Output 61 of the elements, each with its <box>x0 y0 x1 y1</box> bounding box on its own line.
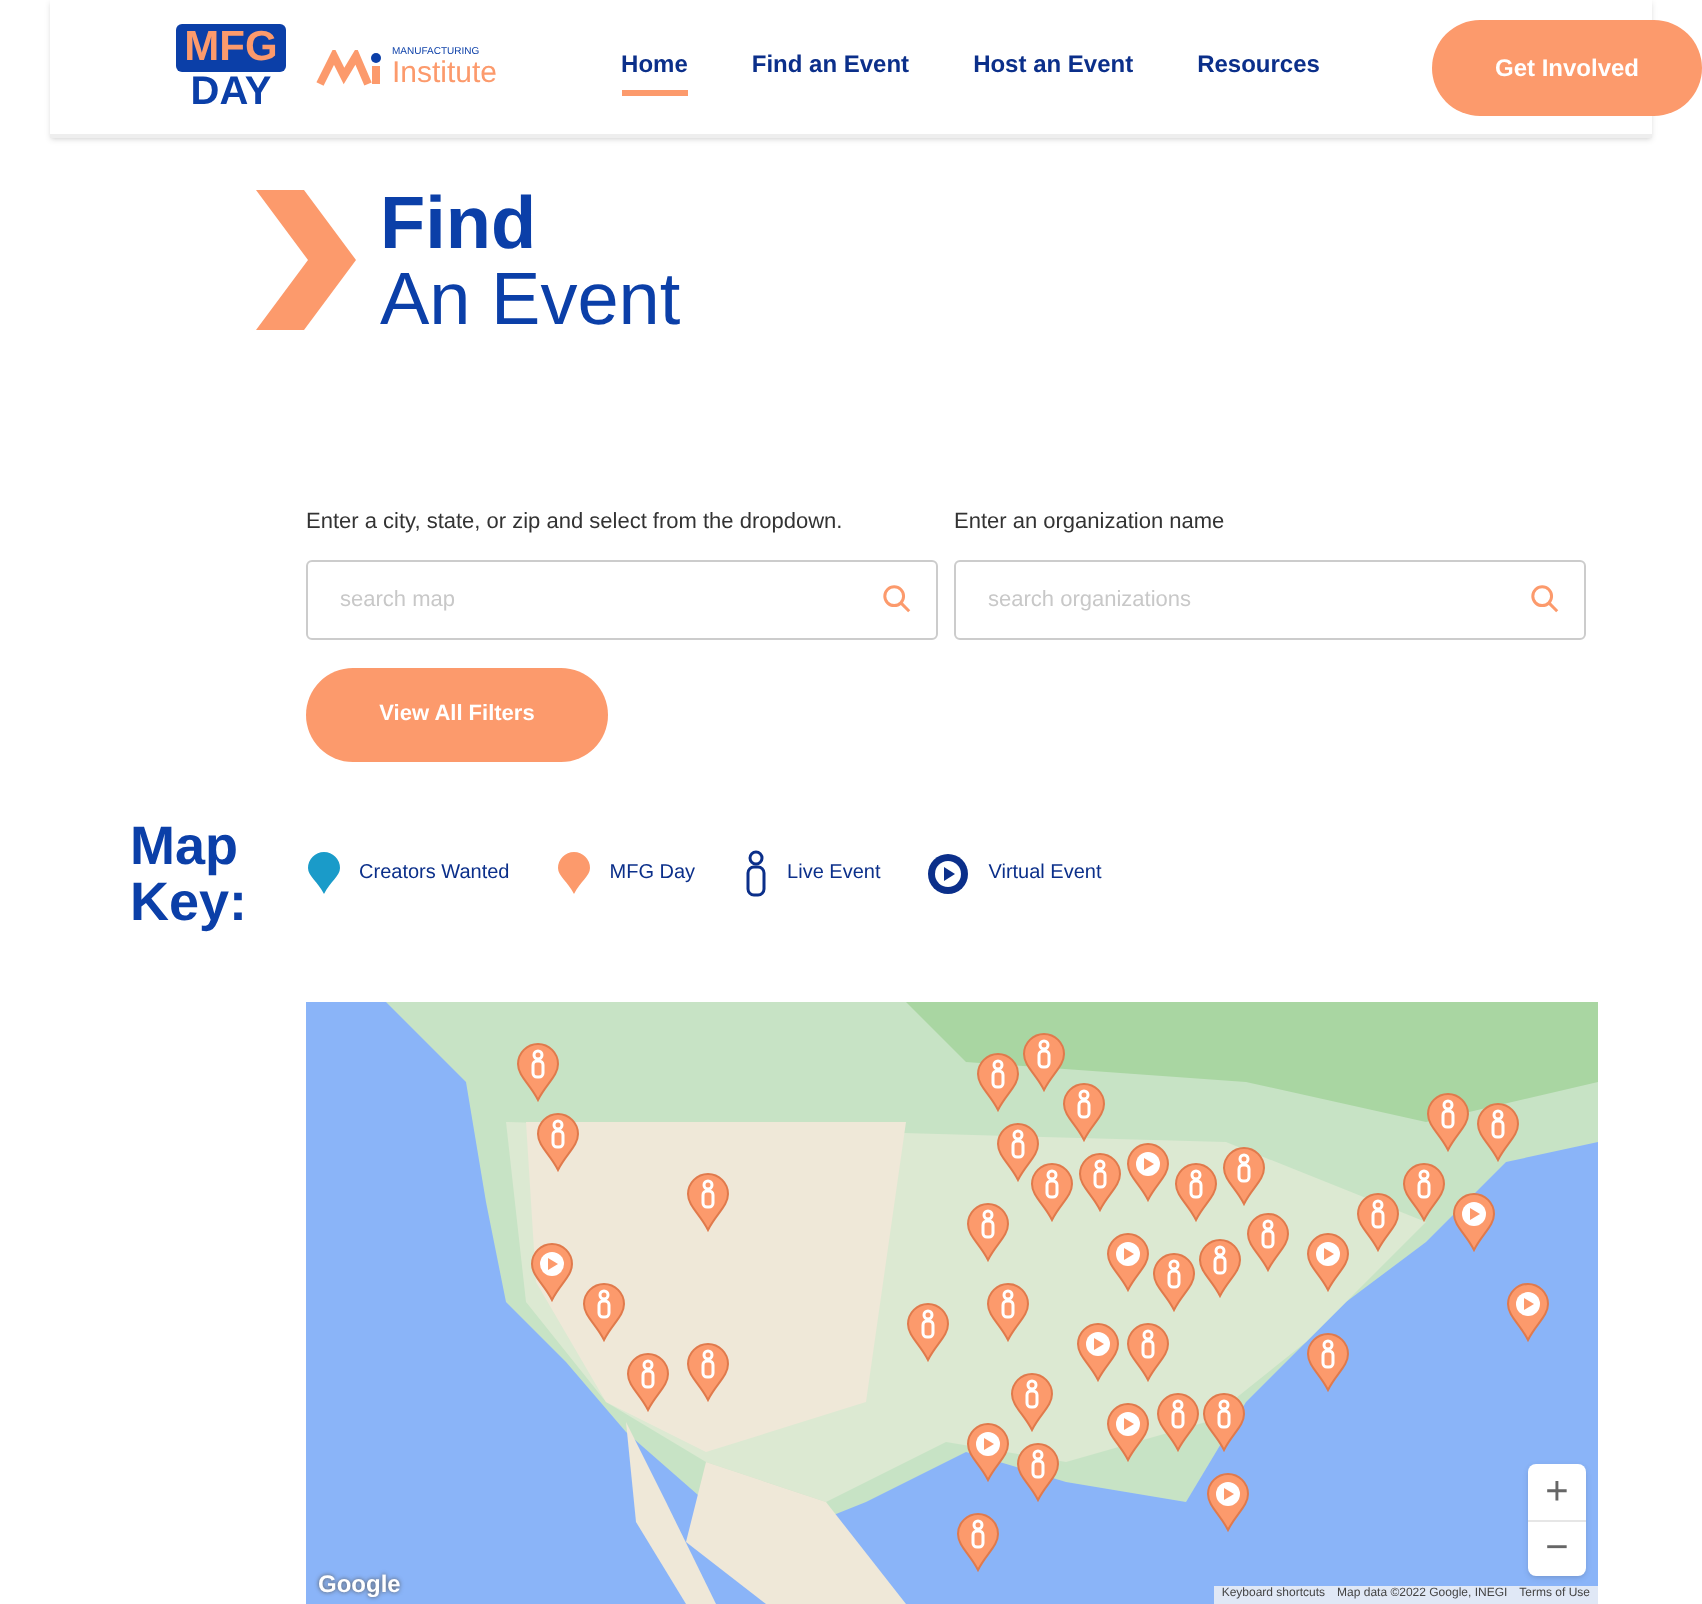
map-pin-icon[interactable] <box>686 1171 730 1231</box>
map-pin-icon[interactable] <box>1062 1081 1106 1141</box>
map-pin-icon[interactable] <box>1106 1401 1150 1461</box>
map-pin-icon[interactable] <box>1222 1145 1266 1205</box>
map-pin-icon[interactable] <box>906 1301 950 1361</box>
map-pin-icon[interactable] <box>1246 1211 1290 1271</box>
legend-label: Live Event <box>787 860 881 888</box>
map-pin-icon[interactable] <box>976 1051 1020 1111</box>
map-pin-icon[interactable] <box>1306 1231 1350 1291</box>
map-pin-icon[interactable] <box>1010 1371 1054 1431</box>
map-key-title: Key: <box>130 873 248 929</box>
map-pin-icon[interactable] <box>1030 1161 1074 1221</box>
search-icon <box>882 583 912 613</box>
map-pin-icon[interactable] <box>1016 1441 1060 1501</box>
map-pin-icon[interactable] <box>536 1111 580 1171</box>
map-pin-icon[interactable] <box>1152 1251 1196 1311</box>
map-pin-icon[interactable] <box>626 1351 670 1411</box>
map-pin-icon[interactable] <box>956 1511 1000 1571</box>
map-pin-icon[interactable] <box>1356 1191 1400 1251</box>
map-pin-icon[interactable] <box>1022 1031 1066 1091</box>
map-pin-icon[interactable] <box>1506 1281 1550 1341</box>
map-pin-icon[interactable] <box>1078 1151 1122 1211</box>
map-pin-icon[interactable] <box>1126 1321 1170 1381</box>
map-pin-icon[interactable] <box>1106 1231 1150 1291</box>
legend-label: MFG Day <box>609 860 696 888</box>
map-pin-icon[interactable] <box>686 1341 730 1401</box>
search-icon <box>1530 583 1560 613</box>
nav-link[interactable]: Resources <box>1197 38 1320 96</box>
nav-link[interactable]: Home <box>621 38 688 96</box>
page-subtitle: An Event <box>380 262 681 338</box>
google-logo: Google <box>318 1567 401 1601</box>
map-pin-icon[interactable] <box>1476 1101 1520 1161</box>
map-pin-icon[interactable] <box>986 1281 1030 1341</box>
map-pin-icon[interactable] <box>1174 1161 1218 1221</box>
field-label: Enter an organization name <box>954 508 1227 538</box>
map-pin-icon[interactable] <box>1202 1391 1246 1451</box>
field-label: Enter a city, state, or zip and select from the dropdown. <box>306 508 845 538</box>
map-pin-icon[interactable] <box>966 1421 1010 1481</box>
map-pin-icon[interactable] <box>530 1241 574 1301</box>
map-pin-icon[interactable] <box>996 1121 1040 1181</box>
chevron-icon <box>256 190 356 330</box>
map-pin-icon[interactable] <box>1206 1471 1250 1531</box>
map-pin-icon[interactable] <box>1156 1391 1200 1451</box>
zoom-in-button[interactable]: + <box>1528 1463 1586 1519</box>
map-pin-icon[interactable] <box>582 1281 626 1341</box>
map-pin-icon[interactable] <box>516 1041 560 1101</box>
page-title: Find <box>380 186 539 262</box>
legend-label: Creators Wanted <box>359 860 510 888</box>
map-key-title: Map <box>130 817 240 873</box>
nav-link[interactable]: Find an Event <box>751 38 910 96</box>
nav-link[interactable]: Host an Event <box>973 38 1134 96</box>
map-pin-icon[interactable] <box>1306 1331 1350 1391</box>
map-pin-icon[interactable] <box>1076 1321 1120 1381</box>
map-pin-icon[interactable] <box>1126 1141 1170 1201</box>
map-pin-icon[interactable] <box>1198 1237 1242 1297</box>
map-pin-icon[interactable] <box>966 1201 1010 1261</box>
zoom-out-button[interactable]: − <box>1528 1519 1586 1575</box>
map-pin-icon[interactable] <box>1452 1191 1496 1251</box>
map-pin-icon[interactable] <box>1426 1091 1470 1151</box>
legend-label: Virtual Event <box>988 860 1102 888</box>
map-pin-icon[interactable] <box>1402 1161 1446 1221</box>
